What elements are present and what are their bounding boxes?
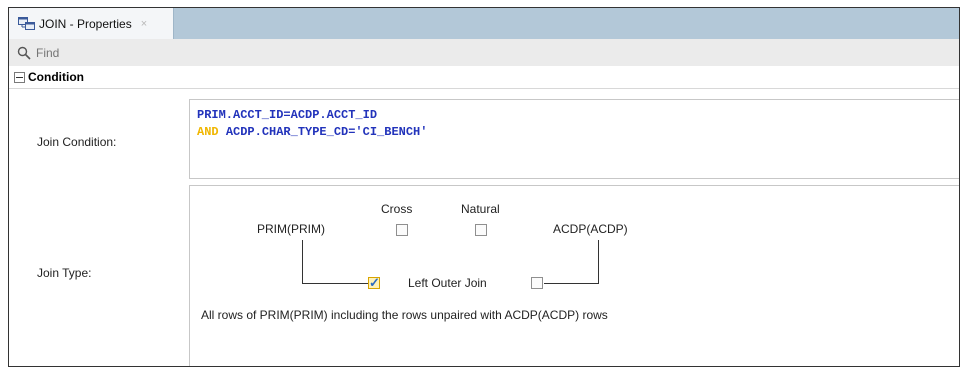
cross-join-checkbox[interactable] bbox=[396, 224, 408, 236]
join-properties-icon bbox=[18, 17, 35, 30]
find-bar bbox=[9, 39, 959, 67]
condition-line: AND ACDP.CHAR_TYPE_CD='CI_BENCH' bbox=[197, 125, 428, 139]
section-title: Condition bbox=[28, 70, 84, 84]
condition-keyword: AND bbox=[197, 125, 219, 139]
natural-join-checkbox[interactable] bbox=[475, 224, 487, 236]
join-type-area: Cross Natural PRIM(PRIM) ACDP(ACDP) Left… bbox=[189, 185, 959, 366]
collapse-icon[interactable] bbox=[14, 71, 25, 83]
cross-label: Cross bbox=[381, 202, 413, 216]
condition-line: PRIM.ACCT_ID=ACDP.ACCT_ID bbox=[197, 108, 378, 122]
tab-title: JOIN - Properties bbox=[39, 16, 132, 31]
right-outer-join-checkbox[interactable] bbox=[531, 277, 543, 289]
tab-join-properties[interactable]: JOIN - Properties × bbox=[9, 8, 174, 39]
left-connector-horizontal bbox=[302, 283, 368, 284]
find-input[interactable] bbox=[36, 45, 336, 60]
left-connector-vertical bbox=[302, 240, 303, 283]
natural-label: Natural bbox=[461, 202, 500, 216]
left-table-name: PRIM(PRIM) bbox=[257, 222, 325, 236]
left-outer-join-checkbox[interactable] bbox=[368, 275, 380, 291]
label-column: Join Condition: Join Type: bbox=[9, 89, 184, 366]
right-connector-horizontal bbox=[544, 283, 598, 284]
join-type-label: Join Type: bbox=[37, 266, 92, 280]
condition-section-header[interactable]: Condition bbox=[9, 66, 959, 89]
join-description: All rows of PRIM(PRIM) including the row… bbox=[201, 308, 608, 322]
tab-strip: JOIN - Properties × bbox=[9, 8, 959, 40]
outer-join-label: Left Outer Join bbox=[408, 276, 487, 290]
right-table-name: ACDP(ACDP) bbox=[553, 222, 628, 236]
search-icon bbox=[17, 46, 31, 60]
join-condition-editor[interactable]: PRIM.ACCT_ID=ACDP.ACCT_ID AND ACDP.CHAR_… bbox=[189, 99, 959, 179]
properties-panel: JOIN - Properties × Condition Join Condi… bbox=[8, 7, 960, 367]
right-connector-vertical bbox=[598, 240, 599, 284]
tab-close-icon[interactable]: × bbox=[141, 18, 147, 30]
join-condition-label: Join Condition: bbox=[37, 135, 117, 149]
